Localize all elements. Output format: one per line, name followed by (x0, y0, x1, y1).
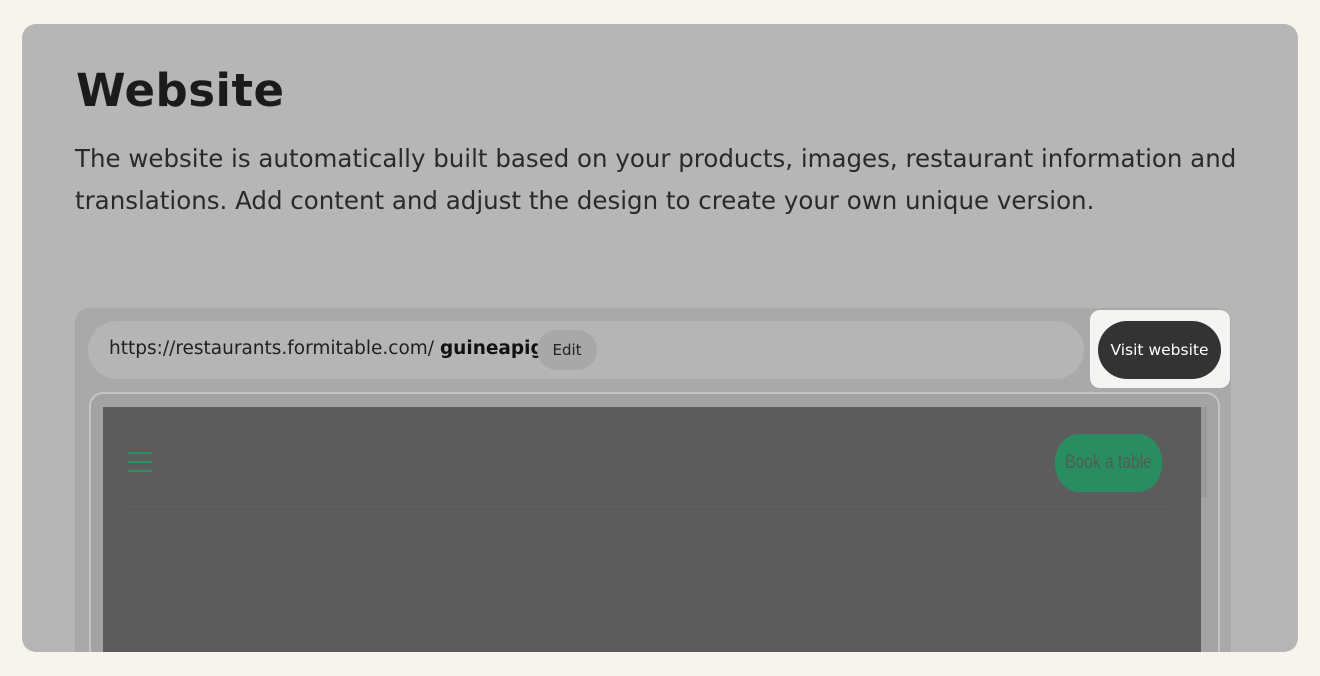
page-description: The website is automatically built based… (75, 144, 1237, 215)
page-title: Website (76, 64, 285, 117)
website-preview (103, 407, 1201, 652)
book-a-table-button[interactable]: Book a table (1054, 434, 1163, 492)
url-slug: guineapig (439, 338, 544, 359)
website-url: https://restaurants.formitable.com/ guin… (109, 338, 544, 359)
preview-nav-divider (128, 506, 1174, 507)
url-base: https://restaurants.formitable.com/ (109, 338, 435, 359)
website-settings-card: Website The website is automatically bui… (22, 24, 1298, 652)
edit-url-button[interactable]: Edit (537, 330, 597, 370)
hamburger-icon[interactable] (128, 452, 152, 474)
visit-website-button[interactable]: Visit website (1098, 321, 1221, 379)
preview-scrollbar[interactable] (1201, 407, 1207, 497)
